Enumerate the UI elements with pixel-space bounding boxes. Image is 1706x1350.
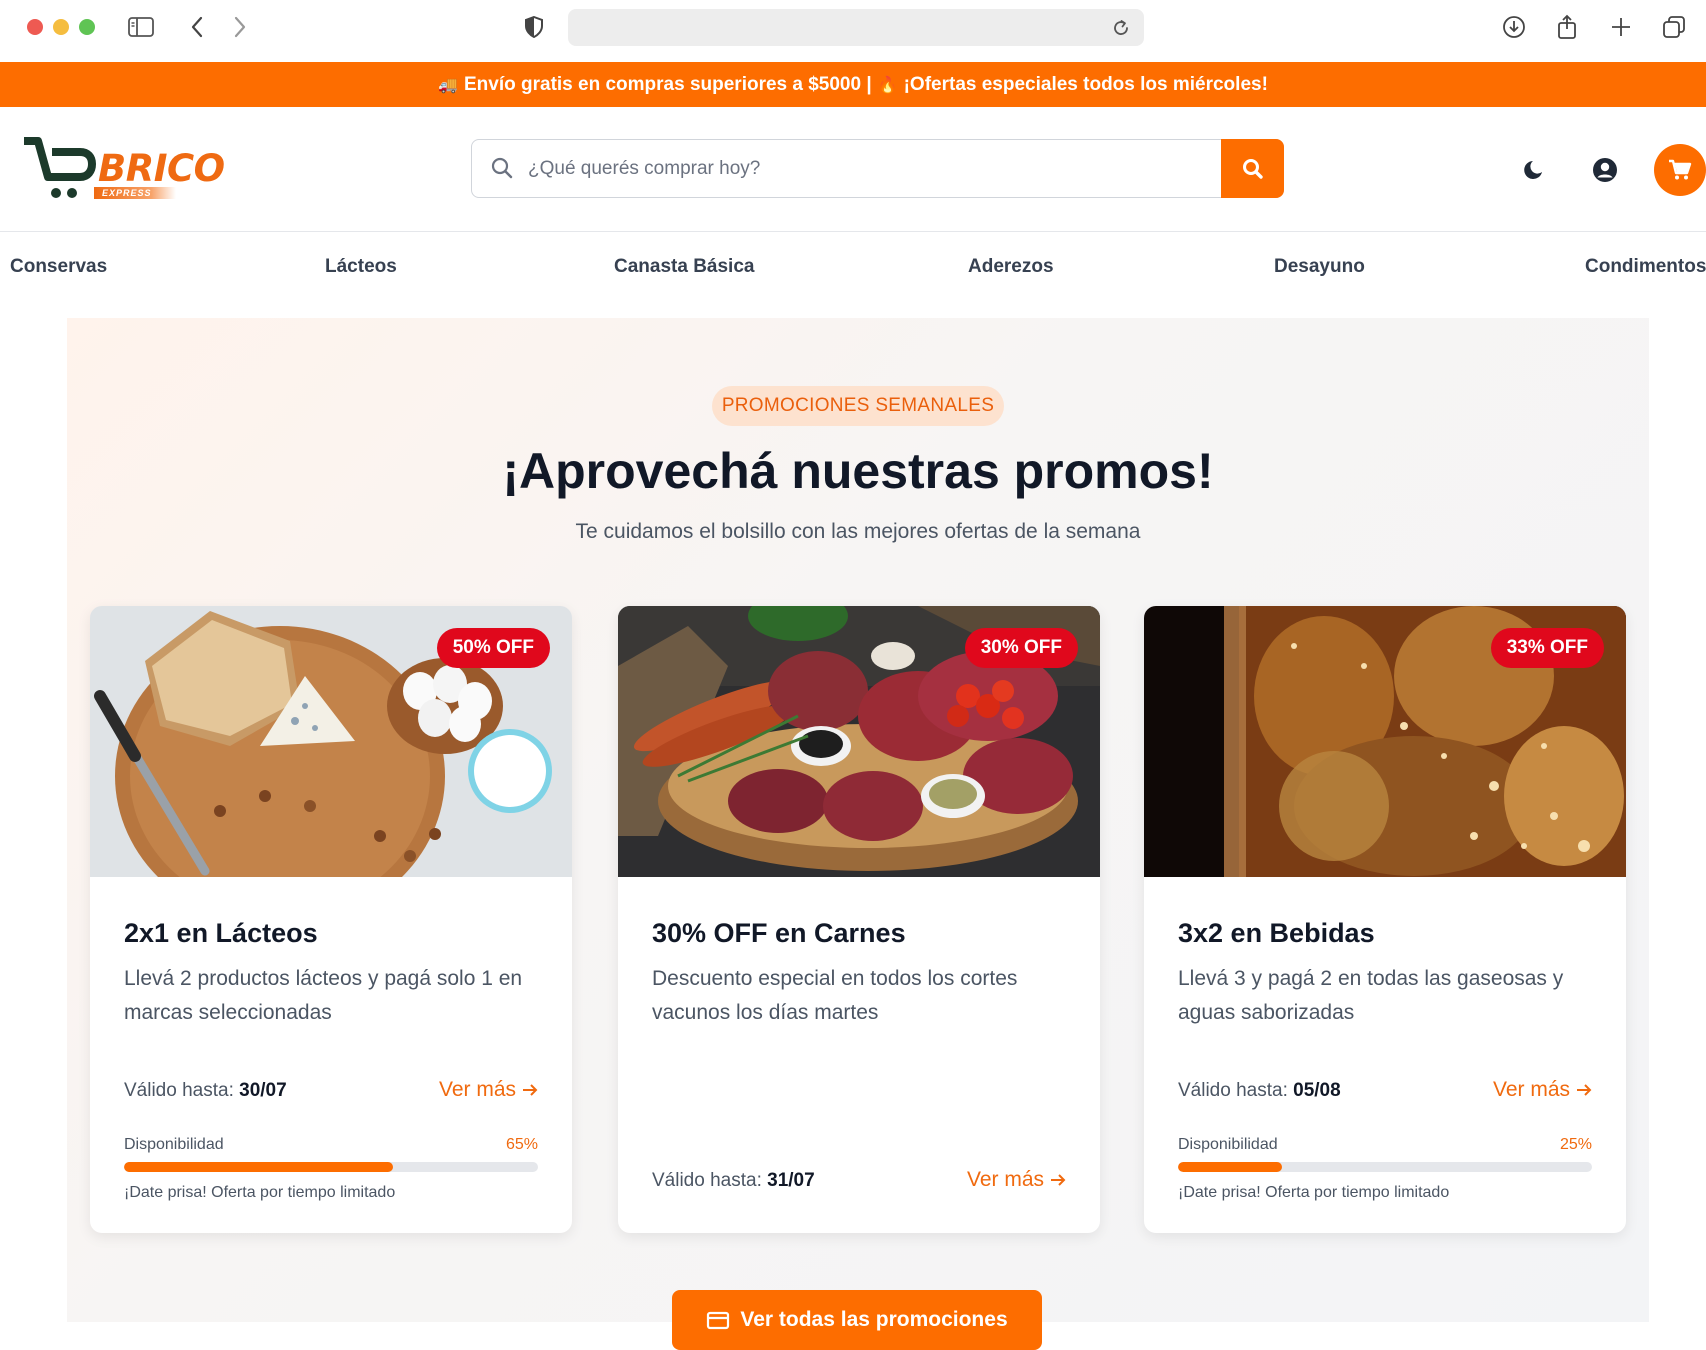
brico-logo[interactable]: BRICO EXPRESS (22, 137, 232, 207)
search-button[interactable] (1221, 139, 1284, 198)
card-description: Llevá 2 productos lácteos y pagá solo 1 … (124, 967, 523, 1024)
category-condimentos[interactable]: Condimentos (1585, 256, 1706, 278)
cart-logo-icon (24, 137, 96, 198)
delivery-truck-icon: 🚚 (438, 75, 458, 94)
free-shipping-text: Envío gratis en compras superiores a $50… (464, 73, 872, 95)
search-input[interactable] (528, 150, 1188, 188)
availability-label: Disponibilidad (124, 1136, 224, 1153)
valid-date: 30/07 (239, 1080, 287, 1101)
arrow-right-icon (1051, 1174, 1066, 1186)
special-offers-text: ¡Ofertas especiales todos los miércoles! (903, 73, 1268, 95)
site-header: BRICO EXPRESS (0, 107, 1706, 232)
category-lacteos[interactable]: Lácteos (325, 256, 397, 278)
discount-badge: 33% OFF (1490, 628, 1604, 668)
close-window-button[interactable] (27, 19, 43, 35)
availability-bar-fill (1178, 1162, 1282, 1172)
minimize-window-button[interactable] (53, 19, 69, 35)
view-all-promos-button[interactable]: Ver todas las promociones (672, 1290, 1042, 1350)
section-title: ¡Aprovechá nuestras promos! (502, 443, 1214, 499)
card-description: Descuento especial en todos los cortes v… (652, 967, 1018, 1024)
forward-icon[interactable] (224, 12, 256, 42)
tab-overview-icon[interactable] (1658, 12, 1690, 42)
logo-subtitle: EXPRESS (94, 187, 176, 199)
valid-date: 05/08 (1293, 1080, 1341, 1101)
valid-date: 31/07 (767, 1170, 815, 1191)
address-bar[interactable] (568, 9, 1144, 46)
availability-bar-fill (124, 1162, 394, 1172)
discount-badge: 50% OFF (436, 628, 550, 668)
category-conservas[interactable]: Conservas (10, 256, 107, 278)
logo-wordmark: BRICO (98, 147, 225, 190)
valid-label: Válido hasta: (652, 1170, 762, 1191)
card-description: Llevá 3 y pagá 2 en todas las gaseosas y… (1178, 967, 1564, 1024)
availability-label: Disponibilidad (1178, 1136, 1278, 1153)
ver-mas-link[interactable]: Ver más (1493, 1078, 1592, 1102)
arrow-right-icon (1577, 1084, 1592, 1096)
back-icon[interactable] (181, 12, 213, 42)
search-icon (490, 156, 516, 182)
section-subtitle: Te cuidamos el bolsillo con las mejores … (575, 520, 1141, 543)
new-tab-icon[interactable] (1605, 12, 1637, 42)
category-desayuno[interactable]: Desayuno (1274, 256, 1365, 278)
card-title: 3x2 en Bebidas (1178, 918, 1375, 948)
valid-until: Válido hasta: 31/07 (652, 1170, 815, 1192)
tag-icon (707, 1311, 730, 1330)
ver-mas-label: Ver más (1492, 1078, 1570, 1101)
sidebar-toggle-icon[interactable] (125, 12, 157, 42)
category-nav: Conservas Lácteos Canasta Básica Aderezo… (0, 232, 1706, 304)
weekly-promos-section: PROMOCIONES SEMANALES ¡Aprovechá nuestra… (67, 318, 1649, 1350)
availability-bar (1178, 1162, 1592, 1172)
cart-button[interactable] (1654, 144, 1706, 196)
card-title: 2x1 en Lácteos (124, 918, 318, 948)
reload-icon[interactable] (1106, 13, 1136, 43)
promo-card-lacteos[interactable]: 50% OFF 2x1 en Lácteos Llevá 2 productos… (90, 606, 572, 1233)
arrow-right-icon (523, 1084, 538, 1096)
search-bar (471, 139, 1284, 198)
search-button-icon (1242, 158, 1263, 179)
card-title: 30% OFF en Carnes (652, 918, 906, 948)
valid-label: Válido hasta: (124, 1080, 234, 1101)
downloads-icon[interactable] (1498, 12, 1530, 42)
valid-until: Válido hasta: 05/08 (1178, 1080, 1341, 1102)
hurry-note: ¡Date prisa! Oferta por tiempo limitado (1178, 1184, 1450, 1201)
ver-mas-label: Ver más (438, 1078, 516, 1101)
discount-badge: 30% OFF (964, 628, 1078, 668)
valid-until: Válido hasta: 30/07 (124, 1080, 287, 1102)
account-icon[interactable] (1585, 150, 1625, 190)
promo-card-bebidas[interactable]: 33% OFF 3x2 en Bebidas Llevá 3 y pagá 2 … (1144, 606, 1626, 1233)
category-canasta-basica[interactable]: Canasta Básica (614, 256, 754, 278)
availability-bar (124, 1162, 538, 1172)
valid-label: Válido hasta: (1178, 1080, 1288, 1101)
privacy-shield-icon[interactable] (518, 12, 550, 42)
ver-mas-label: Ver más (966, 1168, 1044, 1191)
promo-card-carnes[interactable]: 30% OFF 30% OFF en Carnes Descuento espe… (618, 606, 1100, 1233)
cart-icon (1669, 159, 1692, 180)
dark-mode-toggle-icon[interactable] (1512, 150, 1552, 190)
ver-mas-link[interactable]: Ver más (439, 1078, 538, 1102)
view-all-promos-label: Ver todas las promociones (740, 1308, 1008, 1331)
availability-percent: 65% (505, 1136, 538, 1153)
category-aderezos[interactable]: Aderezos (968, 256, 1054, 278)
section-pill: PROMOCIONES SEMANALES (712, 386, 1004, 426)
ver-mas-link[interactable]: Ver más (967, 1168, 1066, 1192)
announcement-bar: 🚚 Envío gratis en compras superiores a $… (0, 62, 1706, 107)
browser-toolbar (0, 0, 1706, 62)
share-icon[interactable] (1551, 12, 1583, 42)
availability-percent: 25% (1559, 1136, 1592, 1153)
hurry-note: ¡Date prisa! Oferta por tiempo limitado (124, 1184, 396, 1201)
fire-icon: 🔥 (877, 75, 898, 94)
maximize-window-button[interactable] (79, 19, 95, 35)
